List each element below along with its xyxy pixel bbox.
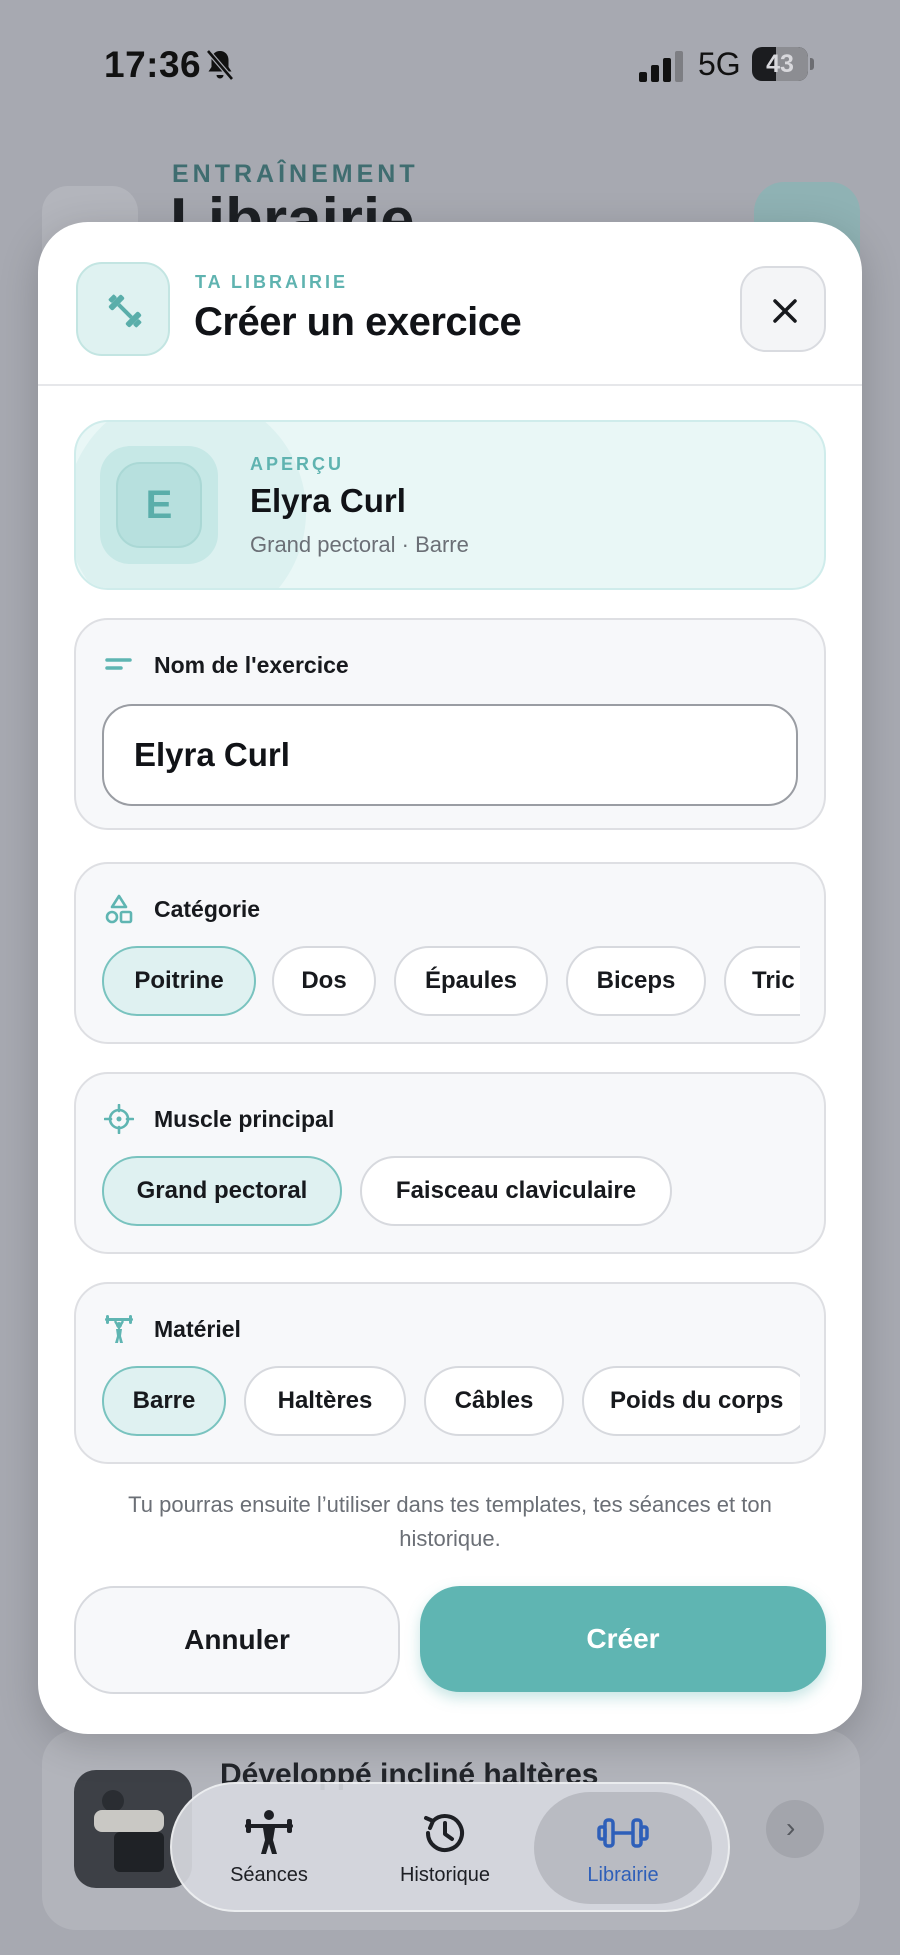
equipment-section-label: Matériel [154,1316,241,1342]
category-section-label: Catégorie [154,896,261,922]
muscle-chip-row: Grand pectoral Faisceau claviculaire [102,1156,800,1228]
preview-initial: E [116,462,202,548]
text-lines-icon [105,658,132,670]
equipment-chip-barre[interactable]: Barre [102,1366,226,1436]
preview-card: E APERÇU Elyra Curl Grand pectoral · Bar… [74,420,826,590]
equipment-chip-poids-du-corps[interactable]: Poids du corps [582,1366,800,1436]
modal-title: Créer un exercice [194,300,522,344]
network-type: 5G [698,46,741,82]
cancel-button[interactable]: Annuler [74,1586,400,1694]
target-icon [104,1104,134,1134]
tab-librairie[interactable]: Librairie [534,1792,712,1904]
preview-kicker: APERÇU [250,454,345,474]
dumbbell-icon [108,294,142,328]
status-bar: 17:36 5G 43 [0,0,900,130]
battery-percent: 43 [766,50,794,78]
battery-icon: 43 [752,47,814,81]
category-chip-dos[interactable]: Dos [272,946,376,1016]
muscle-section: Muscle principal Grand pectoral Faisceau… [74,1072,826,1254]
category-section: Catégorie Poitrine Dos Épaules Biceps Tr… [74,862,826,1044]
tab-label: Historique [399,1864,491,1886]
category-chip-poitrine[interactable]: Poitrine [102,946,256,1016]
muscle-section-label: Muscle principal [154,1106,335,1132]
category-chip-biceps[interactable]: Biceps [566,946,706,1016]
background-section-label: ENTRAÎNEMENT [172,160,419,188]
header-divider [38,384,862,386]
category-chip-triceps[interactable]: Tric [724,946,800,1016]
bell-off-icon [206,49,234,81]
tab-seances[interactable]: Séances [180,1792,358,1904]
history-icon [424,1814,464,1853]
name-section-label: Nom de l'exercice [154,652,349,678]
close-icon [773,299,797,323]
name-section: Nom de l'exercice [74,618,826,830]
muscle-chip-faisceau-claviculaire[interactable]: Faisceau claviculaire [360,1156,672,1226]
muscle-chip-grand-pectoral[interactable]: Grand pectoral [102,1156,342,1226]
equipment-chip-halteres[interactable]: Haltères [244,1366,406,1436]
shapes-icon [105,894,133,924]
tab-label: Librairie [587,1864,659,1886]
signal-icon [639,51,683,82]
dumbbell-icon [597,1818,649,1848]
tab-label: Séances [230,1864,308,1886]
equipment-chip-cables[interactable]: Câbles [424,1366,564,1436]
footnote: Tu pourras ensuite l’utiliser dans tes t… [128,1492,772,1551]
category-chip-epaules[interactable]: Épaules [394,946,548,1016]
weightlifter-icon [245,1810,293,1854]
modal-kicker: TA LIBRAIRIE [195,272,348,292]
chevron-right-icon: › [766,1800,824,1858]
preview-subtitle: Grand pectoral · Barre [250,532,469,557]
close-button[interactable] [740,266,826,352]
preview-avatar: E [100,446,218,564]
weightlifter-icon [105,1315,133,1343]
equipment-section: Matériel Barre Haltères Câbles Poids du … [74,1282,826,1464]
preview-name: Elyra Curl [250,482,406,519]
exercise-name-input[interactable] [102,704,798,806]
create-exercise-modal: TA LIBRAIRIE Créer un exercice E APERÇU … [38,222,862,1734]
category-chip-row: Poitrine Dos Épaules Biceps Tric [102,946,800,1018]
create-button[interactable]: Créer [420,1586,826,1692]
header-icon-tile [76,262,170,356]
equipment-chip-row: Barre Haltères Câbles Poids du corps [102,1366,800,1438]
status-time: 17:36 [104,44,202,85]
tab-bar: Séances Historique Librairie [170,1782,730,1912]
tab-historique[interactable]: Historique [356,1792,534,1904]
